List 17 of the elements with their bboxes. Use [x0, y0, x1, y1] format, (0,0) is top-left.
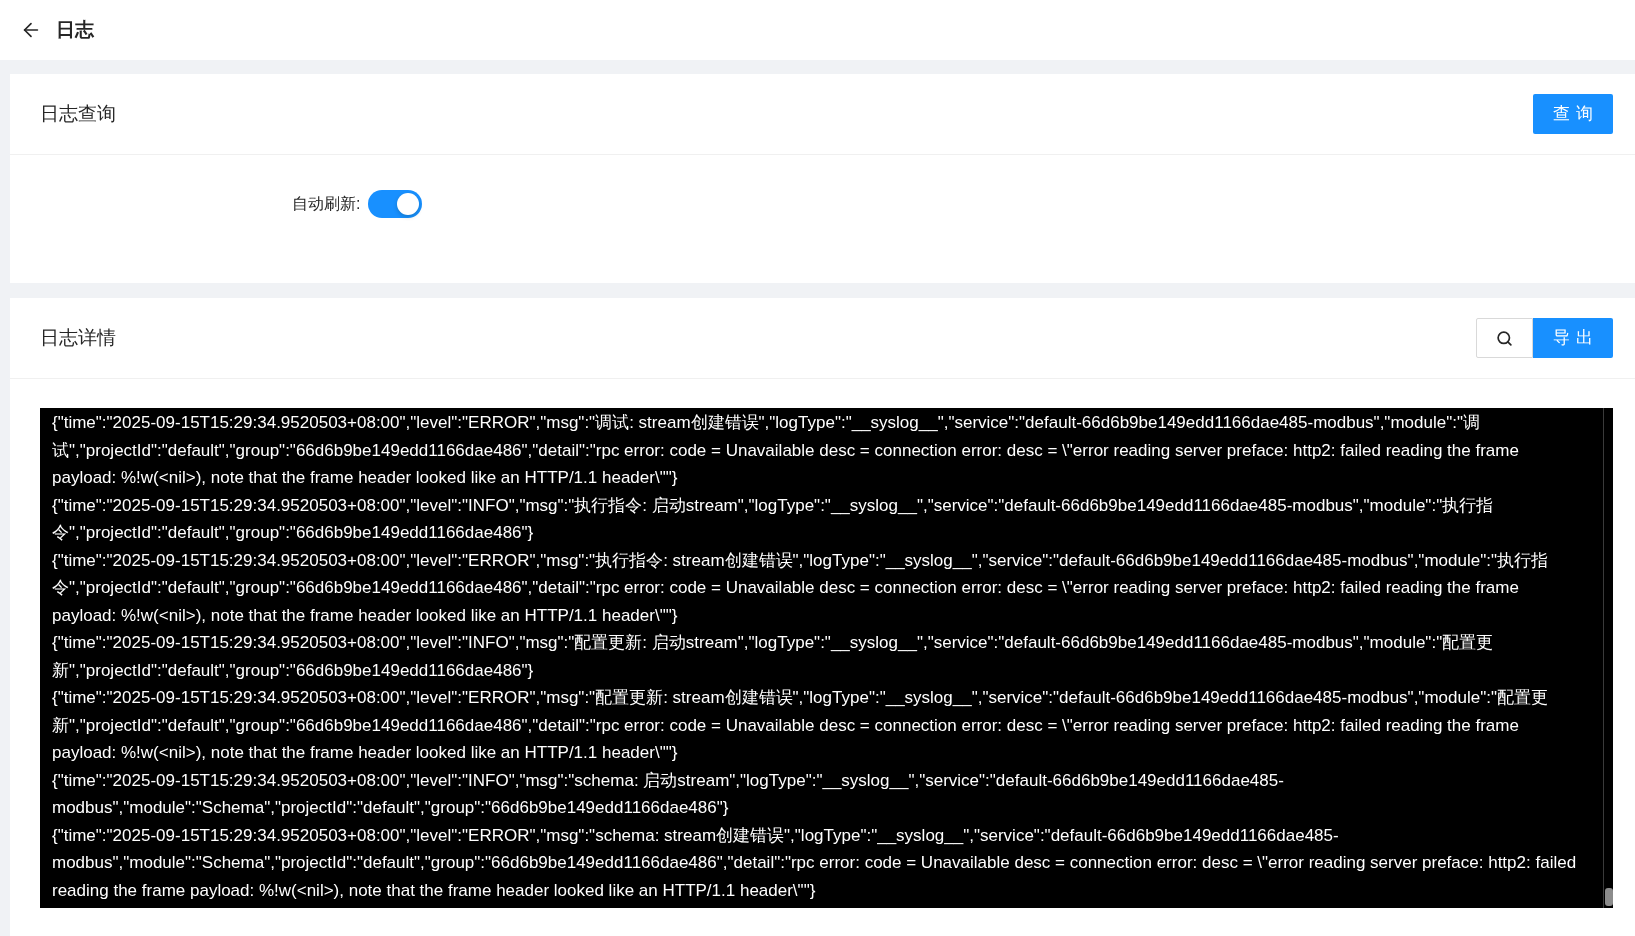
export-button[interactable]: 导出	[1533, 318, 1613, 358]
query-button[interactable]: 查询	[1533, 94, 1613, 134]
auto-refresh-switch[interactable]	[368, 190, 423, 218]
log-line: {"time":"2025-09-15T15:29:34.9520503+08:00","level":"ERROR","msg":"调试: stream创建错误","logType":"__syslog__","service":"default-66d6b9be149edd1166dae485-modbus","module":"调试","projectId":"default","group":"66d6b9be149edd1166dae486","detail":"rpc error: code = Unavailable desc = connection error: desc = \"error reading server preface: http2: failed reading the frame payload: %!w(<nil>), note that the frame header looked like an HTTP/1.1 header\""}	[52, 412, 1520, 489]
search-button[interactable]	[1476, 318, 1533, 358]
search-icon	[1496, 329, 1513, 347]
log-line: {"time":"2025-09-15T15:29:34.9520503+08:00","level":"INFO","msg":"配置更新: 启动stream","logType":"__syslog__","service":"default-66d6b9be149edd1166dae485-modbus","module":"配置更新","projectId":"default","group":"66d6b9be149edd1166dae486"}	[52, 632, 1495, 682]
panel-title: 日志详情	[40, 325, 116, 350]
log-line: {"time":"2025-09-15T15:29:34.9520503+08:00","level":"INFO","msg":"schema: 启动stream","logType":"__syslog__","service":"default-66d6b9be149edd1166dae485-modbus","module":"Schema","projectId":"default","group":"66d6b9be149edd1166dae486"}	[52, 769, 1285, 819]
page-title: 日志	[56, 17, 94, 42]
log-line: {"time":"2025-09-15T15:29:34.9520503+08:00","level":"ERROR","msg":"配置更新: stream创建错误","logType":"__syslog__","service":"default-66d6b9be149edd1166dae485-modbus","module":"配置更新","projectId":"default","group":"66d6b9be149edd1166dae486","detail":"rpc error: code = Unavailable desc = connection error: desc = \"error reading server preface: http2: failed reading the frame payload: %!w(<nil>), note that the frame header looked like an HTTP/1.1 header\""}	[52, 687, 1549, 764]
log-line: {"time":"2025-09-15T15:29:34.9520503+08:00","level":"ERROR","msg":"执行指令: stream创建错误","logType":"__syslog__","service":"default-66d6b9be149edd1166dae485-modbus","module":"执行指令","projectId":"default","group":"66d6b9be149edd1166dae486","detail":"rpc error: code = Unavailable desc = connection error: desc = \"error reading server preface: http2: failed reading the frame payload: %!w(<nil>), note that the frame header looked like an HTTP/1.1 header\""}	[52, 549, 1549, 627]
panel-title: 日志查询	[40, 101, 116, 126]
log-line: {"time":"2025-09-15T15:29:34.9520503+08:00","level":"ERROR","msg":"schema: stream创建错误","logType":"__syslog__","service":"default-66d6b9be149edd1166dae485-modbus","module":"Schema","projectId":"default","group":"66d6b9be149edd1166dae486","detail":"rpc error: code = Unavailable desc = connection error: desc = \"error reading server preface: http2: failed reading the frame payload: %!w(<nil>), note that the frame header looked like an HTTP/1.1 header\""}	[52, 824, 1578, 902]
scrollbar[interactable]	[1603, 408, 1613, 908]
auto-refresh-label: 自动刷新:	[292, 194, 361, 214]
log-line: {"time":"2025-09-15T15:29:34.9520503+08:00","level":"INFO","msg":"执行指令: 启动stream","logType":"__syslog__","service":"default-66d6b9be149edd1166dae485-modbus","module":"执行指令","projectId":"default","group":"66d6b9be149edd1166dae486"}	[52, 494, 1495, 544]
